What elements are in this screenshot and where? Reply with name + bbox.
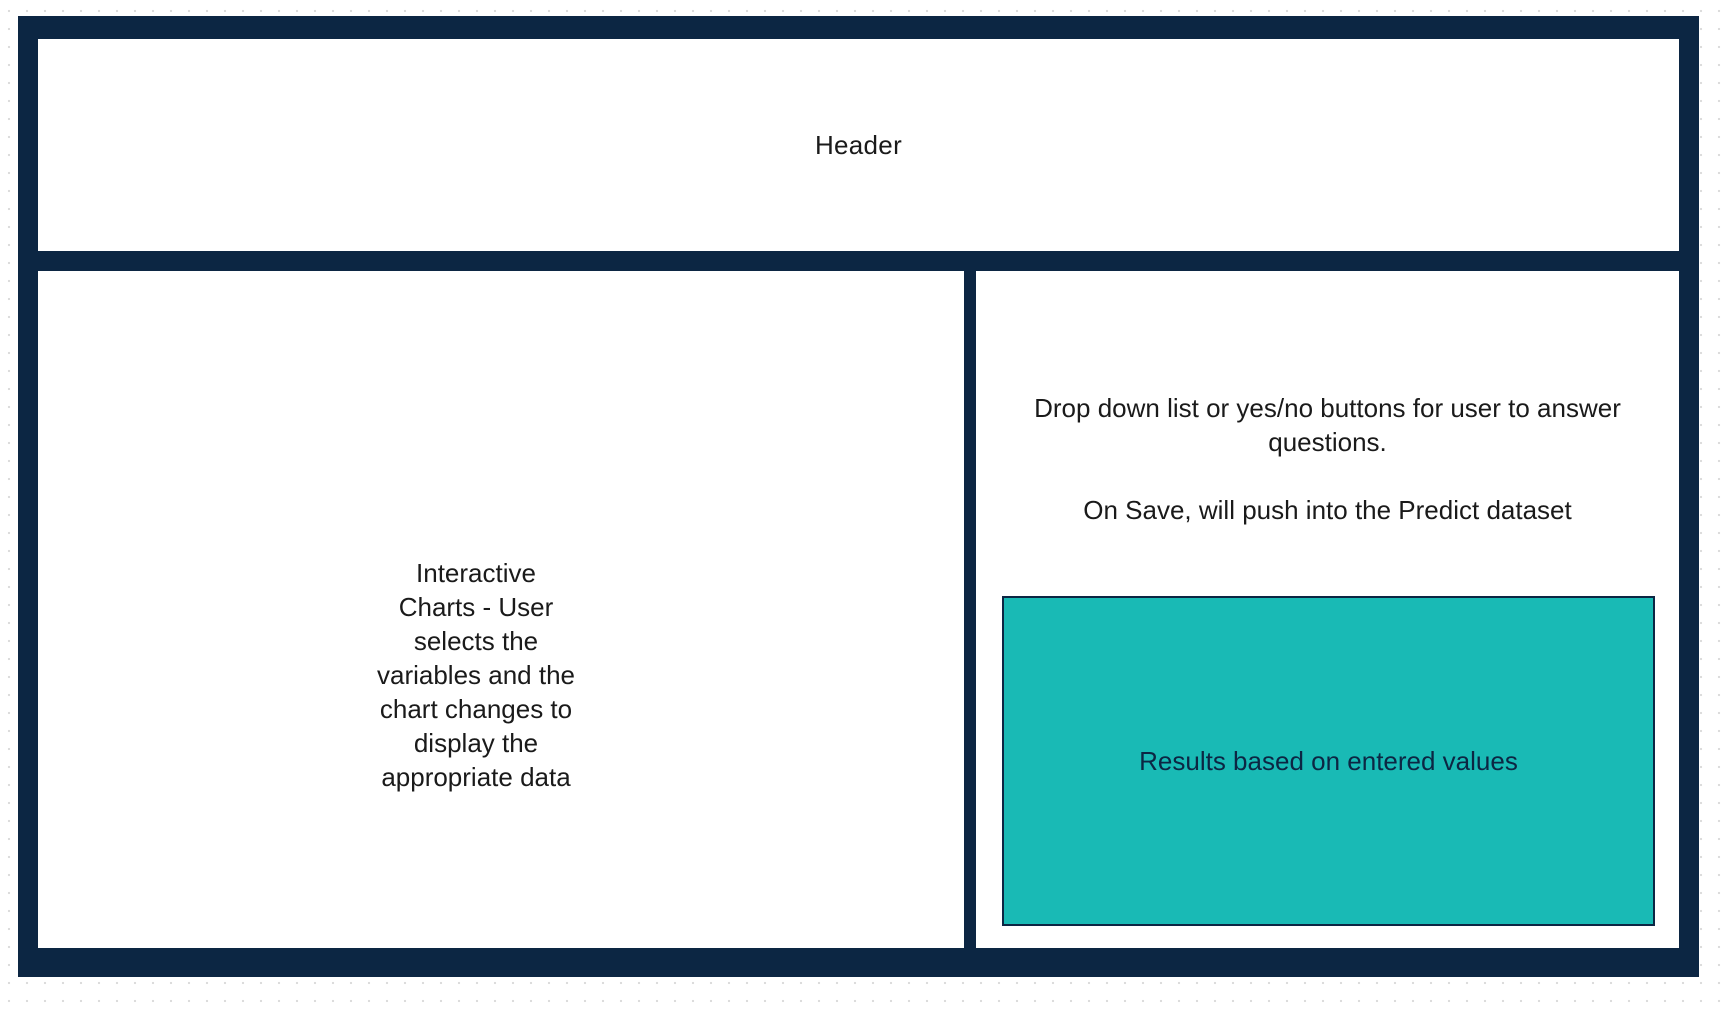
questions-description: Drop down list or yes/no buttons for use… — [1034, 393, 1621, 457]
interactive-charts-description: Interactive Charts - User selects the va… — [376, 558, 576, 792]
header-panel: Header — [38, 39, 1679, 251]
questions-panel: Drop down list or yes/no buttons for use… — [976, 271, 1679, 948]
save-description: On Save, will push into the Predict data… — [1083, 495, 1572, 525]
results-label: Results based on entered values — [1139, 745, 1518, 776]
header-label: Header — [814, 129, 903, 160]
interactive-charts-panel: Interactive Charts - User selects the va… — [38, 271, 964, 948]
results-box: Results based on entered values — [1002, 596, 1655, 926]
